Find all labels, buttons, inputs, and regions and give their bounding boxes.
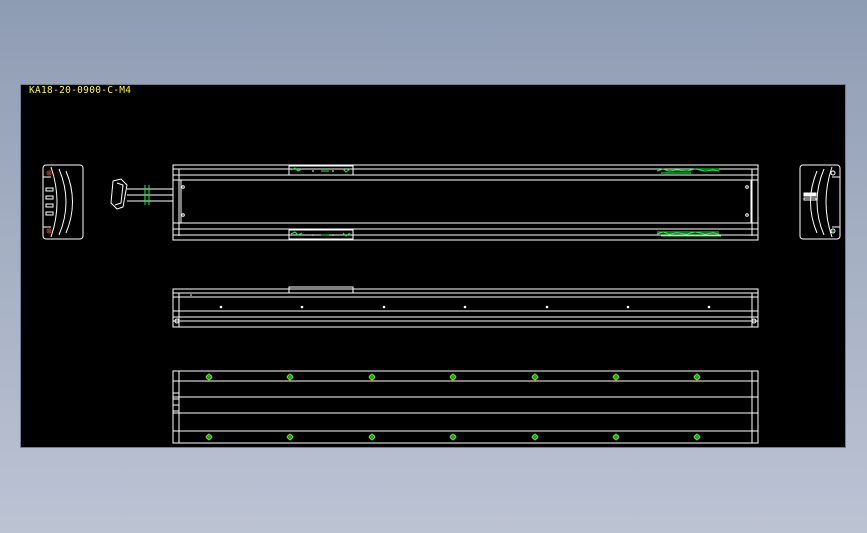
mounting-hole	[531, 373, 539, 381]
mounting-hole	[449, 373, 457, 381]
top-view	[172, 164, 759, 241]
mounting-hole	[612, 373, 620, 381]
side-view	[172, 286, 759, 328]
cad-viewport[interactable]: KA18-20-0900-C-M4	[20, 84, 846, 448]
mounting-hole	[368, 433, 376, 441]
mounting-hole	[531, 433, 539, 441]
mounting-hole	[693, 433, 701, 441]
mounting-hole	[368, 373, 376, 381]
mounting-holes-top	[205, 373, 701, 381]
mounting-hole	[205, 433, 213, 441]
mounting-hole	[205, 373, 213, 381]
mounting-hole	[449, 433, 457, 441]
mounting-hole	[286, 433, 294, 441]
mounting-hole	[693, 373, 701, 381]
mounting-hole	[286, 373, 294, 381]
bottom-view	[172, 370, 759, 444]
end-cap-left-icon	[42, 164, 84, 240]
motor-cable-icon	[110, 178, 173, 210]
end-cap-right-icon	[799, 164, 841, 240]
mounting-holes-bottom	[205, 433, 701, 441]
mounting-hole	[612, 433, 620, 441]
cad-drawing	[42, 164, 841, 444]
